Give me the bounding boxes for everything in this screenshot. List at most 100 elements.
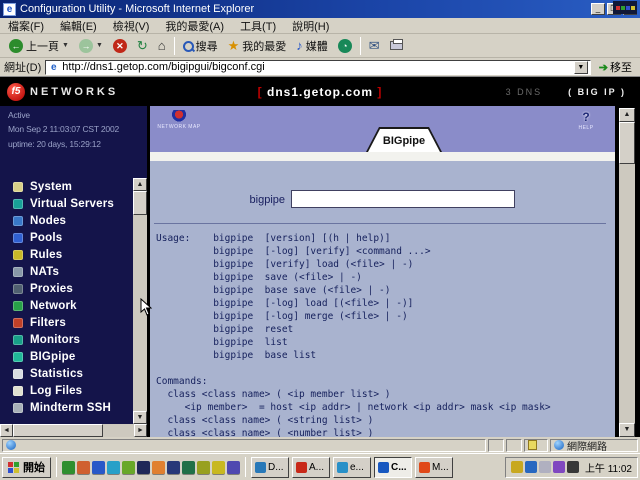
sidebar-item-system[interactable]: System	[0, 178, 147, 195]
scroll-up-icon[interactable]: ▲	[619, 108, 635, 122]
system-icon	[13, 181, 23, 192]
network-map-button[interactable]: NETWORK MAP	[157, 110, 201, 130]
sidebar-item-filters[interactable]: Filters	[0, 314, 147, 331]
quick-launch-icon-7[interactable]	[152, 460, 165, 474]
link-3dns[interactable]: 3 DNS	[506, 87, 543, 97]
forward-button[interactable]: → ▼	[74, 35, 108, 56]
nodes-icon	[13, 215, 23, 226]
tab-bigpipe-label: BIGpipe	[368, 129, 440, 152]
tray-icon-4[interactable]	[552, 461, 565, 473]
help-button[interactable]: ? HELP	[573, 110, 599, 131]
address-dropdown-icon[interactable]: ▼	[573, 60, 588, 74]
sidebar-item-network[interactable]: Network	[0, 297, 147, 314]
statistics-icon	[13, 368, 23, 379]
quick-launch-icon-5[interactable]	[122, 460, 135, 474]
favorites-button[interactable]: ★ 我的最愛	[223, 35, 292, 56]
history-button[interactable]: ◔	[333, 35, 357, 56]
scroll-thumb[interactable]	[133, 191, 147, 215]
taskbar-task-1[interactable]: D...	[251, 456, 289, 478]
taskbar-task-3[interactable]: e...	[333, 456, 371, 478]
quick-launch-icon-2[interactable]	[77, 460, 90, 474]
tray-icon-2[interactable]	[524, 461, 537, 473]
network-map-icon	[171, 110, 187, 123]
back-dropdown-icon[interactable]: ▼	[62, 42, 69, 49]
mail-button[interactable]: ✉	[364, 35, 385, 56]
menu-item[interactable]: 檔案(F)	[0, 18, 52, 34]
back-button[interactable]: ← 上一頁 ▼	[4, 35, 74, 56]
sidebar-item-nodes[interactable]: Nodes	[0, 212, 147, 229]
menu-item[interactable]: 工具(T)	[232, 18, 284, 34]
sidebar-item-pools[interactable]: Pools	[0, 229, 147, 246]
ie-window: e Configuration Utility - Microsoft Inte…	[0, 0, 640, 480]
taskbar-task-2[interactable]: A...	[292, 456, 330, 478]
quick-launch-icon-6[interactable]	[137, 460, 150, 474]
sidebar-item-proxies[interactable]: Proxies	[0, 280, 147, 297]
go-button[interactable]: ➔ 移至	[595, 59, 636, 75]
quick-launch-icon-9[interactable]	[182, 460, 195, 474]
taskbar-task-4[interactable]: C...	[374, 456, 412, 478]
toolbar: ← 上一頁 ▼ → ▼ ✕ ↻ ⌂ 搜尋 ★ 我的最愛 ♪ 媒體 ◔ ✉	[0, 34, 640, 58]
status-doc-icon	[528, 440, 537, 450]
tab-strip	[150, 152, 615, 161]
menu-item[interactable]: 說明(H)	[284, 18, 337, 34]
status-uptime: uptime: 20 days, 15:29:12	[8, 139, 101, 149]
minimize-button[interactable]: _	[591, 3, 605, 15]
taskbar-task-5[interactable]: M...	[415, 456, 453, 478]
media-button[interactable]: ♪ 媒體	[291, 35, 333, 56]
start-button[interactable]: 開始	[2, 456, 51, 478]
sidebar-item-statistics[interactable]: Statistics	[0, 365, 147, 382]
task-icon	[419, 461, 430, 473]
status-pane	[524, 438, 548, 452]
quick-launch-icon-4[interactable]	[107, 460, 120, 474]
sidebar-horizontal-scrollbar[interactable]: ◄ ►	[0, 424, 147, 437]
scroll-left-icon[interactable]: ◄	[0, 424, 13, 437]
sidebar-item-monitors[interactable]: Monitors	[0, 331, 147, 348]
quick-launch-icon-8[interactable]	[167, 460, 180, 474]
tab-bigpipe[interactable]: BIGpipe	[366, 127, 442, 152]
quick-launch-icon-12[interactable]	[227, 460, 240, 474]
menu-item[interactable]: 檢視(V)	[105, 18, 158, 34]
task-icon	[337, 461, 348, 473]
content-frame: NETWORK MAP ? HELP BIGpipe bigpipe Usage…	[150, 106, 615, 437]
tray-icon-1[interactable]	[510, 461, 523, 473]
search-button[interactable]: 搜尋	[178, 35, 223, 56]
scroll-down-icon[interactable]: ▼	[619, 423, 635, 437]
sidebar-item-bigpipe[interactable]: BIGpipe	[0, 348, 147, 365]
quick-launch-icon-1[interactable]	[62, 460, 75, 474]
bigpipe-command-input[interactable]	[291, 190, 515, 208]
link-bigip[interactable]: ( BIG IP )	[568, 87, 626, 97]
sidebar-item-nats[interactable]: NATs	[0, 263, 147, 280]
task-icon	[296, 461, 307, 473]
menu-item[interactable]: 編輯(E)	[52, 18, 105, 34]
taskbar-clock: 上午 11:02	[584, 463, 632, 475]
quick-launch-icon-11[interactable]	[212, 460, 225, 474]
quick-launch-icon-3[interactable]	[92, 460, 105, 474]
taskbar-separator	[245, 457, 246, 477]
home-button[interactable]: ⌂	[153, 35, 171, 56]
address-input[interactable]	[62, 61, 571, 73]
status-pane	[506, 438, 522, 452]
monitors-icon	[13, 334, 23, 345]
system-tray: 上午 11:02	[504, 456, 638, 478]
back-icon: ←	[9, 38, 23, 53]
sidebar-item-virtual-servers[interactable]: Virtual Servers	[0, 195, 147, 212]
scroll-thumb[interactable]	[619, 122, 635, 164]
scroll-down-icon[interactable]: ▼	[133, 411, 147, 424]
tray-icon-3[interactable]	[538, 461, 551, 473]
tray-icon-5[interactable]	[566, 461, 579, 473]
content-vertical-scrollbar[interactable]: ▲ ▼	[619, 108, 635, 437]
sidebar-item-log-files[interactable]: Log Files	[0, 382, 147, 399]
menu-item[interactable]: 我的最愛(A)	[157, 18, 232, 34]
stop-button[interactable]: ✕	[108, 35, 132, 56]
print-button[interactable]	[385, 35, 408, 56]
forward-icon: →	[78, 38, 93, 53]
forward-dropdown-icon[interactable]: ▼	[96, 42, 103, 49]
sidebar-item-mindterm-ssh[interactable]: Mindterm SSH	[0, 399, 147, 416]
sidebar-item-rules[interactable]: Rules	[0, 246, 147, 263]
scroll-up-icon[interactable]: ▲	[133, 178, 147, 191]
home-icon: ⌂	[157, 38, 166, 53]
refresh-button[interactable]: ↻	[132, 35, 153, 56]
scroll-thumb[interactable]	[13, 424, 103, 437]
scroll-right-icon[interactable]: ►	[134, 424, 147, 437]
quick-launch-icon-10[interactable]	[197, 460, 210, 474]
